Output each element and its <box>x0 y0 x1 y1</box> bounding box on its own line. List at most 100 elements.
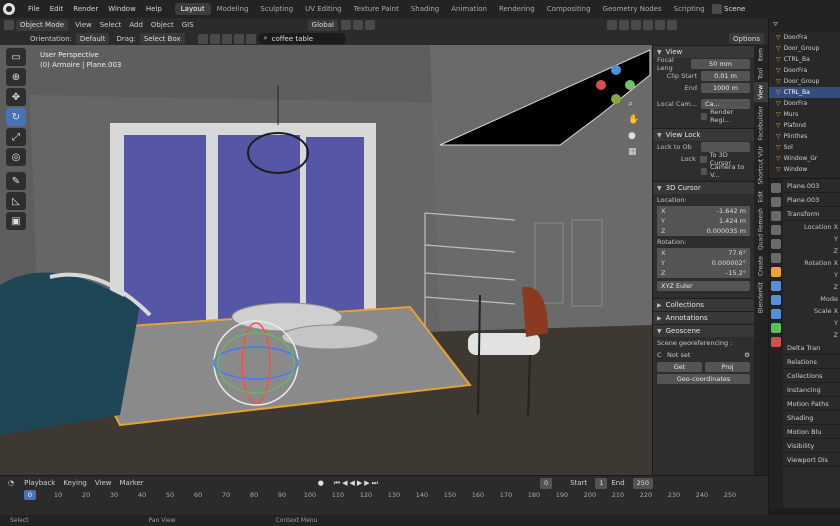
select-mode-invert-icon[interactable] <box>233 33 244 44</box>
outliner-row[interactable]: ▽ Sol <box>769 142 840 153</box>
gizmo-icon[interactable] <box>619 20 629 30</box>
3d-cursor-header[interactable]: ▼ 3D Cursor <box>653 181 754 194</box>
tab-layout[interactable]: Layout <box>174 3 211 15</box>
camera-to-view-checkbox[interactable] <box>701 167 708 175</box>
cursor-loc-x[interactable]: X -1.642 m <box>657 206 750 216</box>
outliner-row-selected[interactable]: ▽ CTRL_Ba <box>769 87 840 98</box>
visibility-header[interactable]: Visibility <box>783 439 840 453</box>
outliner-row[interactable]: ▽ Window <box>769 164 840 175</box>
scene-props-icon[interactable] <box>771 239 781 249</box>
geo-coordinates-button[interactable]: Geo-coordinates <box>657 374 750 384</box>
scene-selector[interactable]: Scene <box>712 3 745 15</box>
outliner-row[interactable]: ▽ Door_Group <box>769 43 840 54</box>
transform-orientation-dropdown[interactable]: Global <box>307 19 338 31</box>
tab-tool[interactable]: Tool <box>754 65 768 83</box>
get-button[interactable]: Get <box>657 362 702 372</box>
overlay-icon[interactable] <box>631 20 641 30</box>
menu-keying[interactable]: Keying <box>59 479 91 487</box>
object-name-field[interactable]: Plane.003 <box>783 179 840 193</box>
view-layer-icon[interactable] <box>771 225 781 235</box>
cursor-rot-y[interactable]: Y 0.000002° <box>657 258 750 268</box>
collections-header[interactable]: Collections <box>783 369 840 383</box>
output-props-icon[interactable] <box>771 211 781 221</box>
pivot-icon[interactable] <box>341 20 351 30</box>
object-props-icon[interactable] <box>771 267 781 277</box>
data-props-icon[interactable] <box>771 323 781 333</box>
tab-scripting[interactable]: Scripting <box>668 3 711 15</box>
blender-logo-icon[interactable] <box>3 3 15 15</box>
scale-icon[interactable]: ⤢ <box>6 128 26 146</box>
tab-compositing[interactable]: Compositing <box>541 3 597 15</box>
rotate-icon[interactable]: ↻ <box>6 108 26 126</box>
particles-icon[interactable] <box>771 295 781 305</box>
instancing-header[interactable]: Instancing <box>783 383 840 397</box>
menu-select[interactable]: Select <box>96 21 126 29</box>
relations-header[interactable]: Relations <box>783 355 840 369</box>
render-props-icon[interactable] <box>771 197 781 207</box>
current-frame-indicator[interactable]: 0 <box>24 490 36 500</box>
menu-render[interactable]: Render <box>68 5 103 13</box>
menu-file[interactable]: File <box>23 5 45 13</box>
menu-window[interactable]: Window <box>103 5 141 13</box>
proj-button[interactable]: Proj <box>705 362 750 372</box>
tab-item[interactable]: Item <box>754 45 768 65</box>
clip-end-field[interactable]: 1000 m <box>701 83 750 93</box>
motion-paths-header[interactable]: Motion Paths <box>783 397 840 411</box>
tab-sculpting[interactable]: Sculpting <box>254 3 299 15</box>
outliner-row[interactable]: ▽ Plinthes <box>769 131 840 142</box>
tab-modeling[interactable]: Modeling <box>211 3 255 15</box>
select-mode-set-icon[interactable] <box>197 33 208 44</box>
frame-ruler[interactable]: 10 20 30 40 50 60 70 80 90 100 110 120 130 140 150 160 1… <box>0 491 768 501</box>
outliner-filter-icon[interactable]: ⛛ <box>773 21 778 29</box>
tab-shading[interactable]: Shading <box>405 3 445 15</box>
menu-timeline-view[interactable]: View <box>91 479 116 487</box>
start-frame-field[interactable]: 1 <box>595 477 608 489</box>
timeline-editor-icon[interactable]: ◔ <box>8 479 14 487</box>
perspective-toggle-icon[interactable]: ▦ <box>628 147 637 157</box>
tab-blenderkit[interactable]: BlenderKit <box>754 279 768 316</box>
shading-header[interactable]: Shading <box>783 411 840 425</box>
cursor-rot-x[interactable]: X 77.6° <box>657 248 750 258</box>
delta-transform-header[interactable]: Delta Tran <box>783 341 840 355</box>
outliner-row[interactable]: ▽ DoorFra <box>769 98 840 109</box>
menu-edit[interactable]: Edit <box>45 5 69 13</box>
shading-solid-icon[interactable] <box>655 20 665 30</box>
tab-quad-remesh[interactable]: Quad Remesh <box>754 205 768 253</box>
menu-help[interactable]: Help <box>141 5 167 13</box>
cursor-loc-z[interactable]: Z 0.000035 m <box>657 226 750 236</box>
menu-object[interactable]: Object <box>147 21 178 29</box>
annotations-header[interactable]: ▶ Annotations <box>653 311 754 324</box>
editor-type-icon[interactable] <box>4 20 14 30</box>
menu-view[interactable]: View <box>71 21 96 29</box>
xray-icon[interactable] <box>643 20 653 30</box>
asset-search-input[interactable]: ⌕ coffee table <box>257 33 346 44</box>
drag-dropdown[interactable]: Select Box <box>139 33 185 44</box>
options-dropdown[interactable]: Options <box>728 33 764 44</box>
snap-icon[interactable] <box>353 20 363 30</box>
current-frame-field[interactable]: 0 <box>539 477 553 489</box>
orientation-dropdown[interactable]: Default <box>75 33 110 44</box>
transform-icon[interactable]: ◎ <box>6 148 26 166</box>
tool-props-icon[interactable] <box>771 183 781 193</box>
playback-controls[interactable]: ⏮◀◀▶▶⏭ <box>334 479 380 488</box>
tab-rendering[interactable]: Rendering <box>493 3 541 15</box>
outliner-row[interactable]: ▽ Murs <box>769 109 840 120</box>
shading-material-icon[interactable] <box>667 20 677 30</box>
tab-texture-paint[interactable]: Texture Paint <box>348 3 405 15</box>
transform-header[interactable]: Transform <box>783 207 840 221</box>
record-icon[interactable]: ● <box>318 479 324 487</box>
select-mode-subtract-icon[interactable] <box>221 33 232 44</box>
menu-playback[interactable]: Playback <box>20 479 59 487</box>
select-mode-intersect-icon[interactable] <box>245 33 256 44</box>
world-props-icon[interactable] <box>771 253 781 263</box>
physics-icon[interactable] <box>771 309 781 319</box>
modifier-props-icon[interactable] <box>771 281 781 291</box>
cursor-icon[interactable]: ⊕ <box>6 68 26 86</box>
outliner-row[interactable]: ▽ Plafond <box>769 120 840 131</box>
tab-animation[interactable]: Animation <box>445 3 493 15</box>
outliner-row[interactable]: ▽ DoorFra <box>769 65 840 76</box>
material-props-icon[interactable] <box>771 337 781 347</box>
motion-blur-header[interactable]: Motion Blu <box>783 425 840 439</box>
select-mode-extend-icon[interactable] <box>209 33 220 44</box>
tab-uv-editing[interactable]: UV Editing <box>299 3 348 15</box>
